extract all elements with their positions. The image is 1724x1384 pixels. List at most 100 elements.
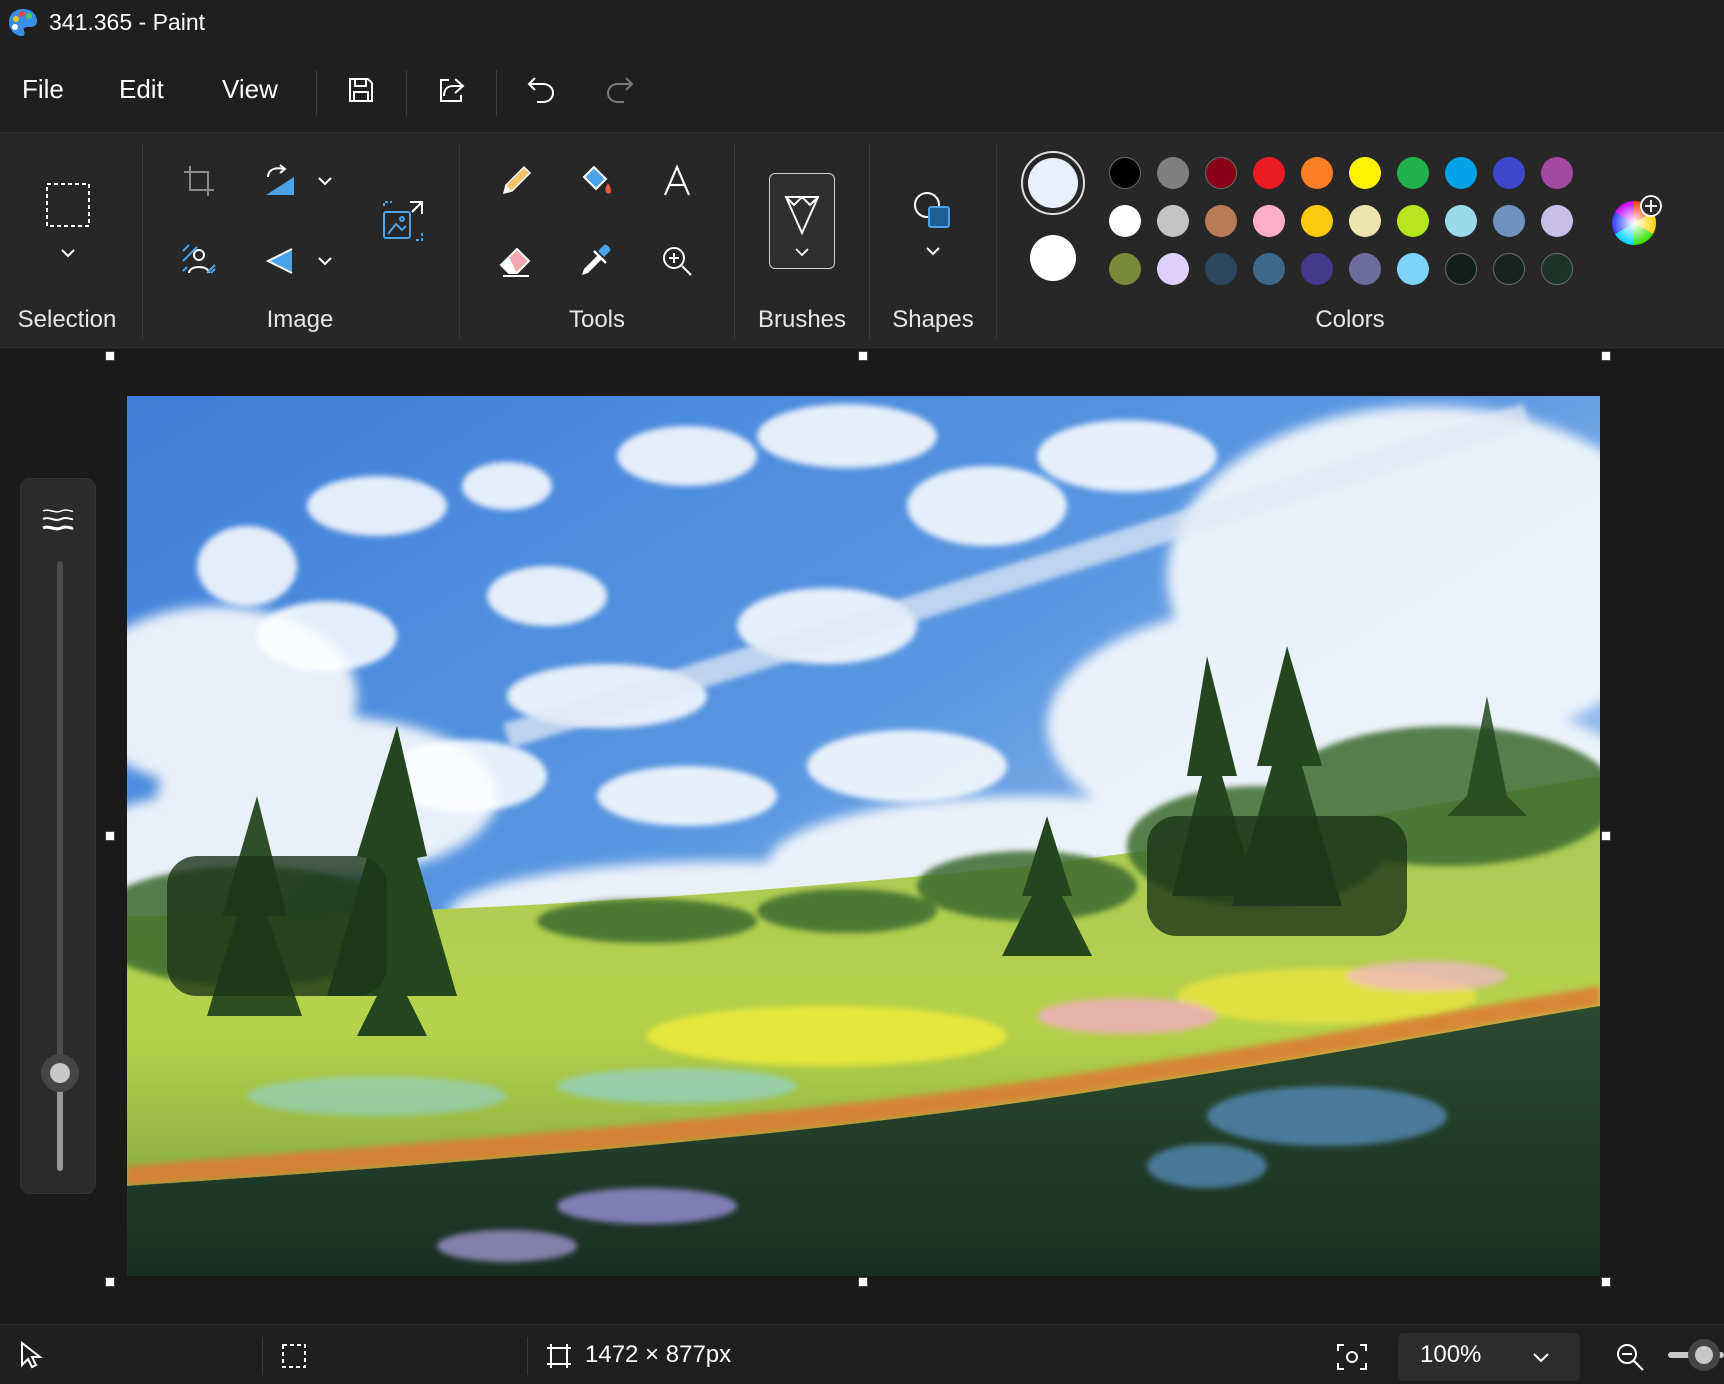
- color-swatch[interactable]: [1109, 253, 1141, 285]
- status-bar: 1472 × 877px 100%: [0, 1324, 1724, 1384]
- color-swatch[interactable]: [1109, 157, 1141, 189]
- color-swatch[interactable]: [1253, 157, 1285, 189]
- color-swatch[interactable]: [1253, 205, 1285, 237]
- resize-handle-left[interactable]: [105, 831, 115, 841]
- menu-edit[interactable]: Edit: [119, 74, 164, 105]
- brush-size-thumb-dot: [50, 1063, 70, 1084]
- primary-color-selector[interactable]: [1021, 151, 1085, 215]
- resize-handle-bottom-right[interactable]: [1601, 1277, 1611, 1287]
- selection-tool-button[interactable]: [40, 177, 96, 233]
- flip-icon: [265, 248, 293, 274]
- shapes-button[interactable]: [905, 183, 961, 239]
- color-swatch[interactable]: [1157, 205, 1189, 237]
- color-picker-tool[interactable]: [568, 233, 624, 289]
- share-icon: [440, 78, 465, 102]
- fit-to-window-button[interactable]: [1332, 1337, 1372, 1377]
- color-swatch[interactable]: [1445, 205, 1477, 237]
- zoom-out-button[interactable]: [1610, 1337, 1650, 1377]
- color-swatch[interactable]: [1349, 253, 1381, 285]
- color-swatch[interactable]: [1445, 253, 1477, 285]
- rotate-button[interactable]: [252, 153, 308, 209]
- window-title: 341.365 - Paint: [49, 9, 206, 35]
- shapes-dropdown[interactable]: [921, 239, 945, 263]
- remove-background-button[interactable]: [171, 233, 227, 289]
- cursor-position-icon: [21, 1341, 43, 1369]
- group-label-colors: Colors: [1315, 306, 1385, 333]
- fit-to-window-icon: [1337, 1344, 1367, 1370]
- resize-handle-top-right[interactable]: [1601, 351, 1611, 361]
- undo-icon: [527, 77, 555, 103]
- eraser-tool[interactable]: [488, 233, 544, 289]
- color-swatch[interactable]: [1157, 157, 1189, 189]
- resize-handle-right[interactable]: [1601, 831, 1611, 841]
- edit-colors-button[interactable]: [1610, 195, 1662, 247]
- group-label-brushes: Brushes: [757, 306, 847, 333]
- flip-button[interactable]: [252, 233, 308, 289]
- color-swatch[interactable]: [1301, 205, 1333, 237]
- pencil-icon: [502, 165, 532, 195]
- menu-divider: [406, 70, 407, 116]
- eraser-icon: [499, 247, 531, 277]
- menu-divider: [496, 70, 497, 116]
- color-swatch[interactable]: [1349, 205, 1381, 237]
- rotate-dropdown[interactable]: [313, 169, 337, 193]
- color-swatch[interactable]: [1493, 157, 1525, 189]
- redo-icon: [606, 77, 634, 103]
- secondary-color-swatch[interactable]: [1030, 235, 1076, 281]
- color-swatch[interactable]: [1445, 157, 1477, 189]
- color-swatch[interactable]: [1493, 205, 1525, 237]
- color-swatch[interactable]: [1397, 157, 1429, 189]
- magnifier-tool[interactable]: [649, 233, 705, 289]
- zoom-out-icon: [1617, 1344, 1644, 1371]
- menu-view[interactable]: View: [222, 74, 278, 105]
- color-swatch[interactable]: [1109, 205, 1141, 237]
- color-swatch[interactable]: [1205, 205, 1237, 237]
- resize-handle-top-left[interactable]: [105, 351, 115, 361]
- brushes-button[interactable]: [769, 173, 835, 269]
- canvas-size-text: 1472 × 877px: [585, 1341, 732, 1368]
- color-swatch[interactable]: [1349, 157, 1381, 189]
- resize-handle-bottom[interactable]: [858, 1277, 868, 1287]
- color-wheel-icon: [1612, 195, 1662, 245]
- pencil-tool[interactable]: [488, 153, 544, 209]
- chevron-down-icon: [318, 177, 332, 186]
- color-swatch[interactable]: [1157, 253, 1189, 285]
- color-swatch[interactable]: [1301, 253, 1333, 285]
- color-swatch[interactable]: [1493, 253, 1525, 285]
- color-swatch[interactable]: [1301, 157, 1333, 189]
- menu-file[interactable]: File: [22, 74, 64, 105]
- shapes-icon: [914, 192, 950, 228]
- brush-size-panel: [20, 478, 96, 1194]
- brush-icon: [784, 195, 820, 257]
- remove-background-icon: [182, 244, 216, 274]
- undo-button[interactable]: [517, 68, 565, 112]
- selection-dropdown[interactable]: [56, 241, 80, 265]
- group-label-shapes: Shapes: [892, 306, 974, 333]
- brush-size-thumb[interactable]: [41, 1054, 79, 1093]
- color-swatch[interactable]: [1541, 205, 1573, 237]
- flip-dropdown[interactable]: [313, 249, 337, 273]
- resize-handle-bottom-left[interactable]: [105, 1277, 115, 1287]
- crop-button[interactable]: [171, 153, 227, 209]
- ribbon-toolbar: Selection Image Tools Brushes Shapes Col…: [0, 132, 1724, 348]
- zoom-level-dropdown[interactable]: 100%: [1398, 1333, 1580, 1381]
- color-swatch[interactable]: [1397, 205, 1429, 237]
- color-swatch[interactable]: [1397, 253, 1429, 285]
- text-tool[interactable]: [649, 153, 705, 209]
- zoom-slider-thumb-dot: [1695, 1346, 1713, 1364]
- zoom-slider-thumb[interactable]: [1688, 1339, 1720, 1371]
- fill-tool[interactable]: [568, 153, 624, 209]
- canvas-size-icon: [547, 1344, 571, 1368]
- resize-handle-top[interactable]: [858, 351, 868, 361]
- color-swatch[interactable]: [1205, 253, 1237, 285]
- stroke-size-icon: [42, 509, 74, 531]
- color-swatch[interactable]: [1205, 157, 1237, 189]
- color-swatch[interactable]: [1541, 157, 1573, 189]
- resize-button[interactable]: [375, 193, 431, 249]
- share-button[interactable]: [427, 68, 475, 112]
- save-button[interactable]: [337, 68, 385, 112]
- color-swatch[interactable]: [1541, 253, 1573, 285]
- color-swatch[interactable]: [1253, 253, 1285, 285]
- drawing-canvas[interactable]: [127, 396, 1600, 1276]
- redo-button[interactable]: [596, 68, 644, 112]
